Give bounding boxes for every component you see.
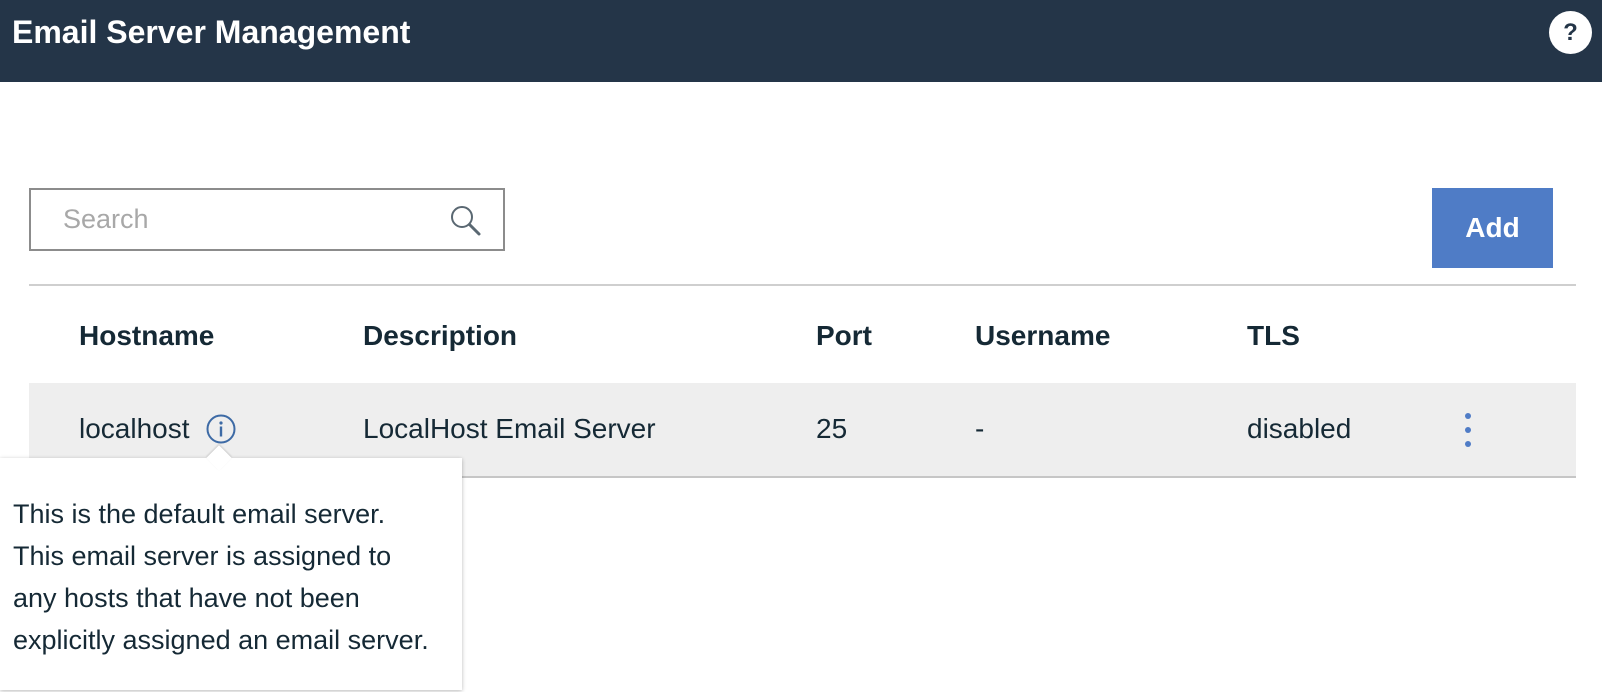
page-title: Email Server Management xyxy=(12,14,411,50)
tooltip-line: any hosts that have not been xyxy=(13,583,360,613)
column-header-hostname[interactable]: Hostname xyxy=(79,320,214,352)
tooltip-line: This is the default email server. xyxy=(13,499,386,529)
tooltip-line: explicitly assigned an email server. xyxy=(13,625,429,655)
search-icon[interactable] xyxy=(449,204,483,238)
overflow-dot xyxy=(1465,441,1471,447)
overflow-menu-icon[interactable] xyxy=(1461,413,1475,447)
table-header: Hostname Description Port Username TLS xyxy=(29,286,1576,385)
overflow-dot xyxy=(1465,427,1471,433)
app-header: Email Server Management ? xyxy=(0,0,1602,82)
cell-hostname: localhost xyxy=(79,413,190,444)
cell-tls: disabled xyxy=(1247,413,1352,444)
help-button[interactable]: ? xyxy=(1549,11,1592,54)
search-input[interactable] xyxy=(31,190,431,249)
column-header-tls[interactable]: TLS xyxy=(1247,320,1300,352)
tooltip-text: This is the default email server. This e… xyxy=(13,493,453,661)
cell-port: 25 xyxy=(816,413,848,444)
column-header-port[interactable]: Port xyxy=(816,320,872,352)
search-field[interactable] xyxy=(29,188,505,251)
tooltip-line: This email server is assigned to xyxy=(13,541,392,571)
cell-username: - xyxy=(975,413,985,444)
add-button[interactable]: Add xyxy=(1432,188,1553,268)
info-icon[interactable] xyxy=(205,413,237,445)
column-header-username[interactable]: Username xyxy=(975,320,1110,352)
info-tooltip: This is the default email server. This e… xyxy=(0,445,462,690)
cell-description: LocalHost Email Server xyxy=(363,413,656,444)
column-header-description[interactable]: Description xyxy=(363,320,517,352)
overflow-dot xyxy=(1465,413,1471,419)
help-icon: ? xyxy=(1563,18,1578,46)
